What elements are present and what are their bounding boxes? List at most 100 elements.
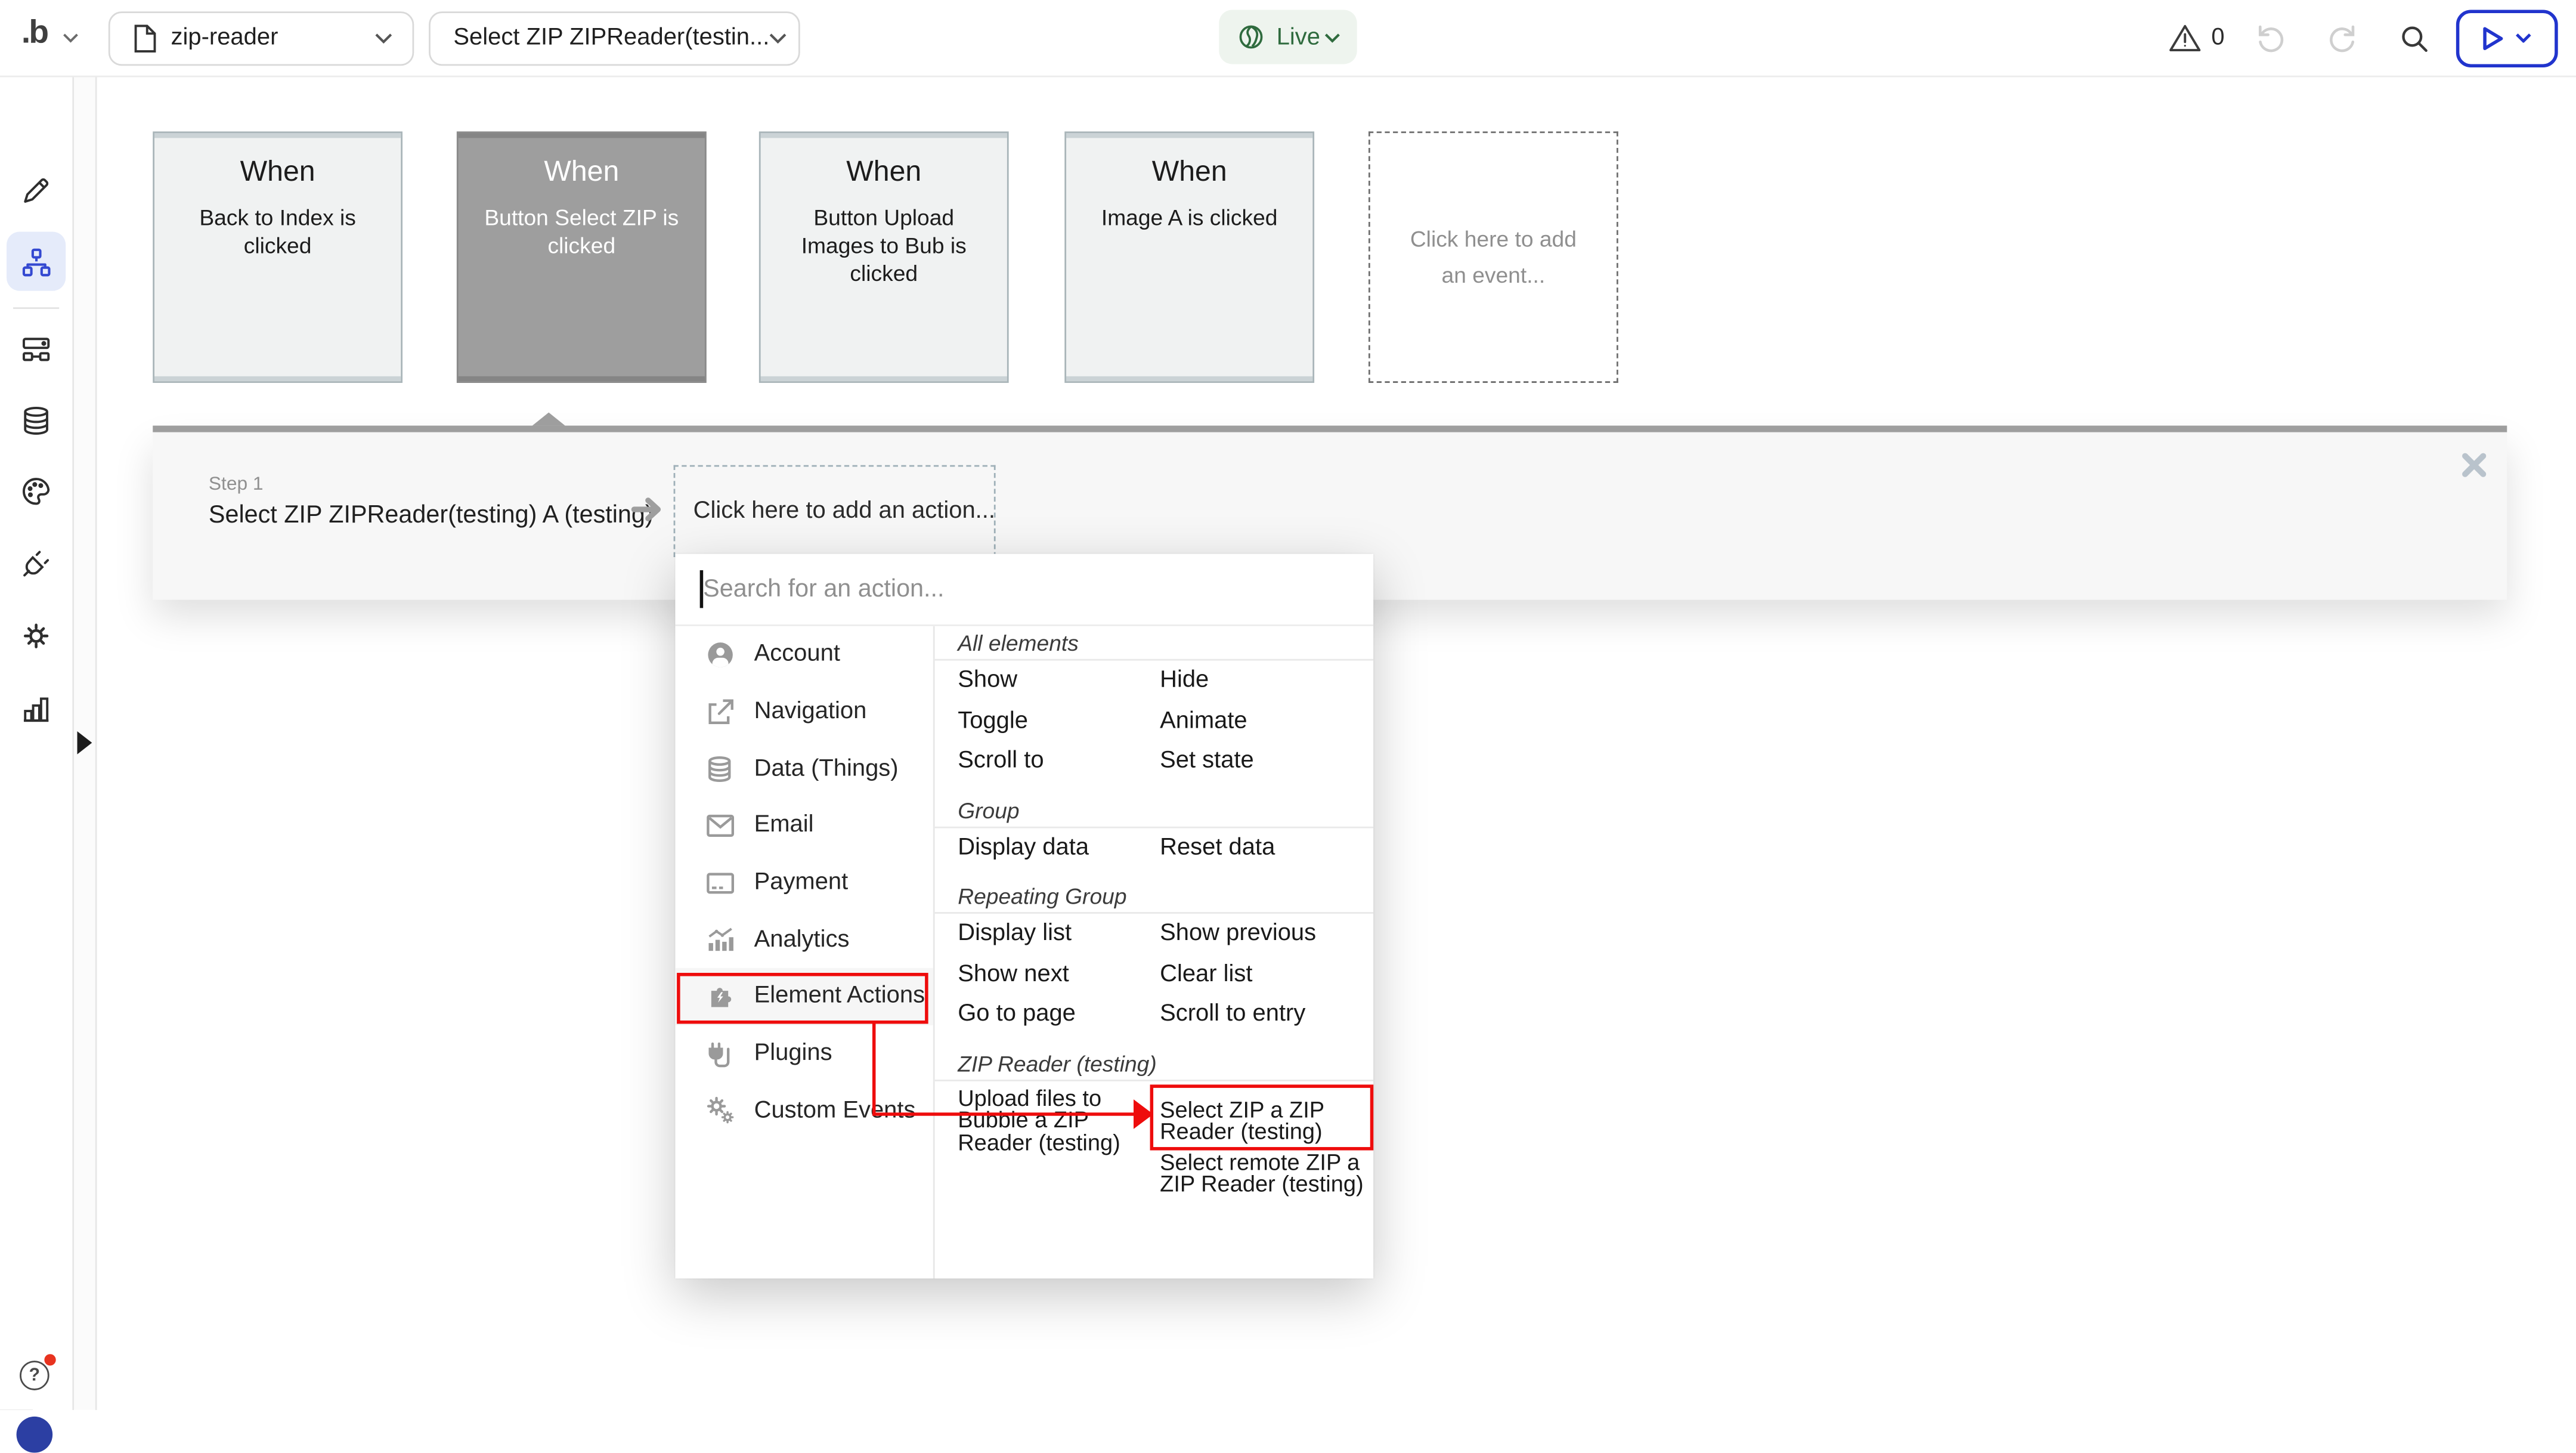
action-upload-files-zip-reader[interactable]: Upload files to Bubble a ZIP Reader (tes… [958, 1087, 1160, 1154]
issue-count: 0 [2211, 24, 2224, 51]
action-clear-list[interactable]: Clear list [1160, 961, 1373, 987]
category-custom-events[interactable]: Custom Events [675, 1082, 933, 1139]
bubble-workflow-editor: .b zip-reader Select ZIP ZIPReader(testi… [0, 0, 2576, 1410]
action-search-input[interactable] [675, 554, 1373, 624]
section-header-all-elements: All elements [935, 626, 1374, 661]
logo-chevron-down-icon[interactable] [63, 33, 79, 43]
action-scroll-to-entry[interactable]: Scroll to entry [1160, 1001, 1373, 1028]
action-show-next[interactable]: Show next [958, 961, 1160, 987]
step-arrow-icon [631, 494, 664, 524]
logs-chart-icon[interactable] [20, 692, 52, 725]
action-list: All elements Show Hide Toggle Animate Sc… [935, 626, 1374, 1279]
add-action-label: Click here to add an action... [675, 498, 995, 524]
event-card-image-a[interactable]: When Image A is clicked [1064, 131, 1314, 383]
action-show[interactable]: Show [958, 667, 1160, 694]
action-select-remote-zip-zip-reader[interactable]: Select remote ZIP a ZIP Reader (testing) [1160, 1151, 1373, 1196]
preview-button[interactable] [2456, 9, 2558, 66]
warning-icon [2169, 23, 2202, 53]
page-selector-chevron-icon [374, 32, 392, 44]
workflow-selector[interactable]: Select ZIP ZIPReader(testin... [429, 11, 800, 65]
user-avatar[interactable] [17, 1417, 53, 1453]
event-card-button-select-zip[interactable]: When Button Select ZIP is clicked [457, 131, 707, 383]
play-icon [2482, 26, 2504, 50]
undo-button[interactable] [2254, 0, 2287, 76]
annotation-connector-vertical-line [872, 1022, 876, 1114]
step-number-label: Step 1 [209, 475, 264, 494]
text-caret [700, 570, 702, 608]
action-show-previous[interactable]: Show previous [1160, 921, 1373, 947]
action-toggle[interactable]: Toggle [958, 708, 1160, 734]
add-event-label: Click here to add an event... [1370, 221, 1617, 293]
event-card-button-upload-images[interactable]: When Button Upload Images to Bub is clic… [759, 131, 1009, 383]
notification-dot [44, 1354, 55, 1365]
action-reset-data[interactable]: Reset data [1160, 834, 1373, 861]
navigation-icon [701, 696, 738, 727]
page-selector-value: zip-reader [171, 24, 278, 51]
top-bar: .b zip-reader Select ZIP ZIPReader(testi… [0, 0, 2576, 77]
category-data-things[interactable]: Data (Things) [675, 740, 933, 797]
category-email[interactable]: Email [675, 797, 933, 854]
add-event-placeholder[interactable]: Click here to add an event... [1368, 131, 1618, 383]
event-title: When [1066, 154, 1312, 189]
expand-panel-handle-icon[interactable] [77, 731, 92, 755]
action-set-state[interactable]: Set state [1160, 748, 1373, 774]
step-panel-pointer [532, 413, 565, 426]
bubble-logo[interactable]: .b [21, 15, 47, 52]
category-analytics[interactable]: Analytics [675, 911, 933, 969]
action-go-to-page[interactable]: Go to page [958, 1001, 1160, 1028]
left-sidebar: ? [0, 76, 72, 1410]
step-title[interactable]: Select ZIP ZIPReader(testing) A (testing… [209, 501, 654, 529]
action-scroll-to[interactable]: Scroll to [958, 748, 1160, 774]
data-things-icon [701, 754, 738, 784]
event-title: When [459, 154, 705, 189]
ui-builder-icon[interactable] [20, 332, 52, 365]
custom-events-icon [701, 1095, 738, 1126]
workflow-selector-value: Select ZIP ZIPReader(testin... [453, 24, 769, 51]
redo-button[interactable] [2326, 0, 2359, 76]
email-icon [701, 810, 738, 841]
section-header-repeating-group: Repeating Group [935, 879, 1374, 914]
settings-gear-icon[interactable] [20, 620, 52, 653]
add-action-placeholder[interactable]: Click here to add an action... [674, 465, 996, 557]
annotation-box-select-zip [1150, 1084, 1374, 1150]
help-icon[interactable]: ? [20, 1361, 49, 1390]
action-picker-dropdown: Account Navigation [675, 554, 1373, 1278]
event-subtitle: Button Upload Images to Bub is clicked [761, 204, 1007, 288]
annotation-connector-horizontal-line [872, 1112, 1137, 1116]
page-icon [133, 24, 156, 52]
category-plugins[interactable]: Plugins [675, 1025, 933, 1083]
environment-selector[interactable]: Live [1219, 10, 1357, 64]
payment-icon [701, 867, 738, 898]
pencil-icon[interactable] [20, 174, 52, 207]
action-hide[interactable]: Hide [1160, 667, 1373, 694]
plugins-icon [701, 1038, 738, 1069]
category-account[interactable]: Account [675, 626, 933, 684]
sidebar-divider [13, 307, 59, 309]
search-button[interactable] [2398, 0, 2429, 76]
action-display-data[interactable]: Display data [958, 834, 1160, 861]
action-search-row [675, 554, 1373, 626]
globe-icon [1237, 23, 1265, 51]
annotation-box-element-actions [677, 973, 928, 1024]
action-animate[interactable]: Animate [1160, 708, 1373, 734]
styles-palette-icon[interactable] [20, 475, 52, 508]
environment-chevron-icon [1324, 32, 1341, 42]
plugin-icon[interactable] [20, 547, 52, 580]
workflow-icon[interactable] [20, 245, 52, 278]
event-card-back-to-index[interactable]: When Back to Index is clicked [153, 131, 402, 383]
database-icon[interactable] [20, 404, 52, 437]
workflow-selector-chevron-icon [769, 32, 787, 44]
section-header-zip-reader: ZIP Reader (testing) [935, 1046, 1374, 1081]
preview-chevron-icon [2515, 33, 2532, 43]
event-title: When [761, 154, 1007, 189]
category-navigation[interactable]: Navigation [675, 683, 933, 740]
event-subtitle: Image A is clicked [1066, 204, 1312, 232]
issue-checker[interactable]: 0 [2169, 0, 2225, 76]
account-icon [701, 639, 738, 670]
close-panel-icon[interactable] [2461, 452, 2487, 478]
action-display-list[interactable]: Display list [958, 921, 1160, 947]
event-title: When [154, 154, 401, 189]
page-selector[interactable]: zip-reader [109, 11, 414, 65]
category-payment[interactable]: Payment [675, 854, 933, 911]
event-subtitle: Button Select ZIP is clicked [459, 204, 705, 260]
